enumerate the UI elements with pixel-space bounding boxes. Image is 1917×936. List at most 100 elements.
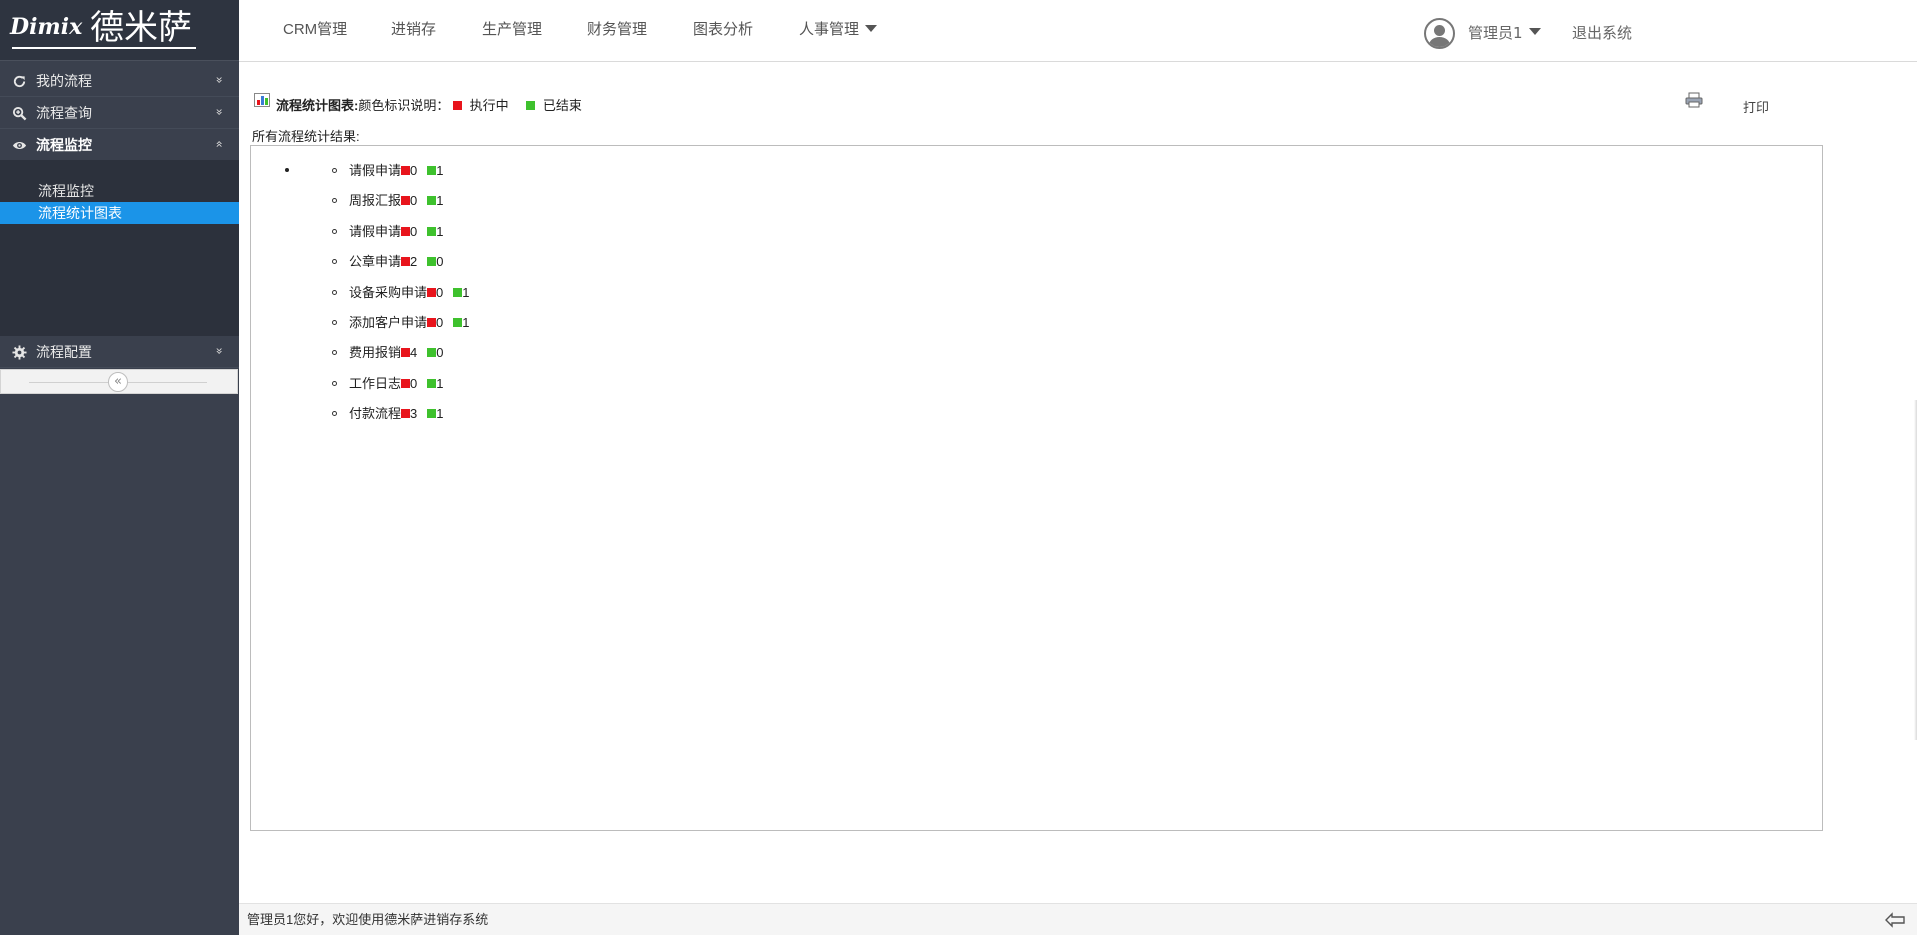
running-count: 0 [410,376,418,391]
running-swatch [401,257,411,267]
list-bullet [332,381,337,387]
process-name: 请假申请 [349,163,402,178]
list-item: 工作日志 0 1 [332,375,443,393]
finished-swatch [427,409,437,419]
list-item: 费用报销 4 0 [332,344,443,362]
chevron-down-icon: » [212,347,227,355]
refresh-icon [13,75,26,88]
results-heading: 所有流程统计结果: [252,129,360,144]
list-item: 添加客户申请 0 1 [332,314,469,332]
exit-arrow-icon[interactable] [1885,912,1905,928]
list-item: 请假申请 0 1 [332,162,443,180]
finished-swatch [427,227,437,237]
nav-inventory[interactable]: 进销存 [391,0,436,60]
running-count: 0 [410,163,418,178]
chevron-down-icon: » [212,76,227,84]
running-count: 0 [410,224,418,239]
sidebar-group-my-process[interactable]: 我的流程 » [0,65,239,97]
sidebar-group-process-query[interactable]: 流程查询 » [0,97,239,129]
process-name: 公章申请 [349,254,402,269]
running-swatch [401,227,411,237]
legend-running-swatch [452,101,462,111]
nav-chart-analysis[interactable]: 图表分析 [693,0,753,60]
running-swatch [401,196,411,206]
sidebar-item-process-stats-chart[interactable]: 流程统计图表 [0,202,239,224]
process-name: 添加客户申请 [349,315,428,330]
list-bullet [332,168,337,174]
logo-chinese-text: 德米萨 [90,8,192,48]
list-item: 公章申请 2 0 [332,253,443,271]
list-bullet [285,168,289,172]
running-count: 2 [410,254,418,269]
zoom-icon [12,106,27,121]
sidebar-group-process-monitor[interactable]: 流程监控 « [0,129,239,161]
finished-count: 1 [436,193,444,208]
sidebar-group-label: 流程配置 [36,344,92,360]
sidebar-group-process-config[interactable]: 流程配置 » [0,336,239,368]
finished-count: 1 [462,285,470,300]
printer-icon[interactable] [1685,92,1703,108]
list-item: 设备采购申请 0 1 [332,284,469,302]
list-bullet [332,350,337,356]
logo[interactable]: Dimix 德米萨 [0,0,239,61]
sidebar-group-label: 流程监控 [36,137,92,153]
nav-finance[interactable]: 财务管理 [587,0,647,60]
sidebar-item-process-monitor[interactable]: 流程监控 [0,180,239,202]
nav-hr-label: 人事管理 [799,21,860,38]
nav-production[interactable]: 生产管理 [482,0,542,60]
chevron-up-icon: « [212,140,227,148]
user-menu[interactable]: 管理员1 [1468,0,1541,66]
list-bullet [332,198,337,204]
nav-crm[interactable]: CRM管理 [283,0,347,60]
finished-swatch [427,379,437,389]
running-count: 0 [410,193,418,208]
finished-swatch [427,257,437,267]
finished-swatch [427,348,437,358]
list-item: 付款流程 3 1 [332,405,443,423]
process-name: 请假申请 [349,224,402,239]
finished-count: 0 [436,254,444,269]
finished-swatch [427,166,437,176]
finished-swatch [453,318,463,328]
logout-link[interactable]: 退出系统 [1572,0,1632,66]
finished-count: 1 [462,315,470,330]
running-swatch [401,348,411,358]
running-count: 4 [410,345,418,360]
page-title-text: 流程统计图表: [276,98,359,113]
sidebar-submenu: 流程监控 流程统计图表 [0,160,239,336]
footer-welcome-text: 管理员1您好，欢迎使用德米萨进销存系统 [247,912,489,927]
sidebar-group-label: 我的流程 [36,73,92,89]
bar-chart-icon [254,93,270,107]
logo-underline [12,47,196,49]
results-panel [250,145,1823,831]
list-bullet [332,259,337,265]
page-title: 流程统计图表:颜色标识说明： 执行中 已结束 [276,95,582,114]
finished-count: 1 [436,163,444,178]
finished-count: 1 [436,224,444,239]
running-count: 0 [436,315,444,330]
process-name: 周报汇报 [349,193,402,208]
list-item: 周报汇报 0 1 [332,192,443,210]
sidebar: Dimix 德米萨 我的流程 » 流程查询 » 流程监控 « 流程监控 流程统计… [0,0,239,935]
chevron-down-icon: » [212,108,227,116]
avatar-head [1434,25,1445,36]
avatar[interactable] [1424,18,1455,49]
collapse-sidebar-button[interactable]: « [108,372,128,392]
list-bullet [332,320,337,326]
running-swatch [401,409,411,419]
caret-down-icon [1528,28,1541,35]
list-bullet [332,411,337,417]
logo-script-text: Dimix [10,14,83,40]
print-button[interactable]: 打印 [1743,97,1769,116]
finished-count: 1 [436,406,444,421]
nav-hr[interactable]: 人事管理 [799,0,878,60]
sidebar-collapse-bar: « [0,369,238,394]
finished-count: 1 [436,376,444,391]
process-name: 设备采购申请 [349,285,428,300]
running-swatch [401,379,411,389]
process-name: 付款流程 [349,406,402,421]
footer: 管理员1您好，欢迎使用德米萨进销存系统 [239,903,1917,935]
finished-count: 0 [436,345,444,360]
sidebar-group-label: 流程查询 [36,105,92,121]
legend-finished-label: 已结束 [542,98,582,113]
